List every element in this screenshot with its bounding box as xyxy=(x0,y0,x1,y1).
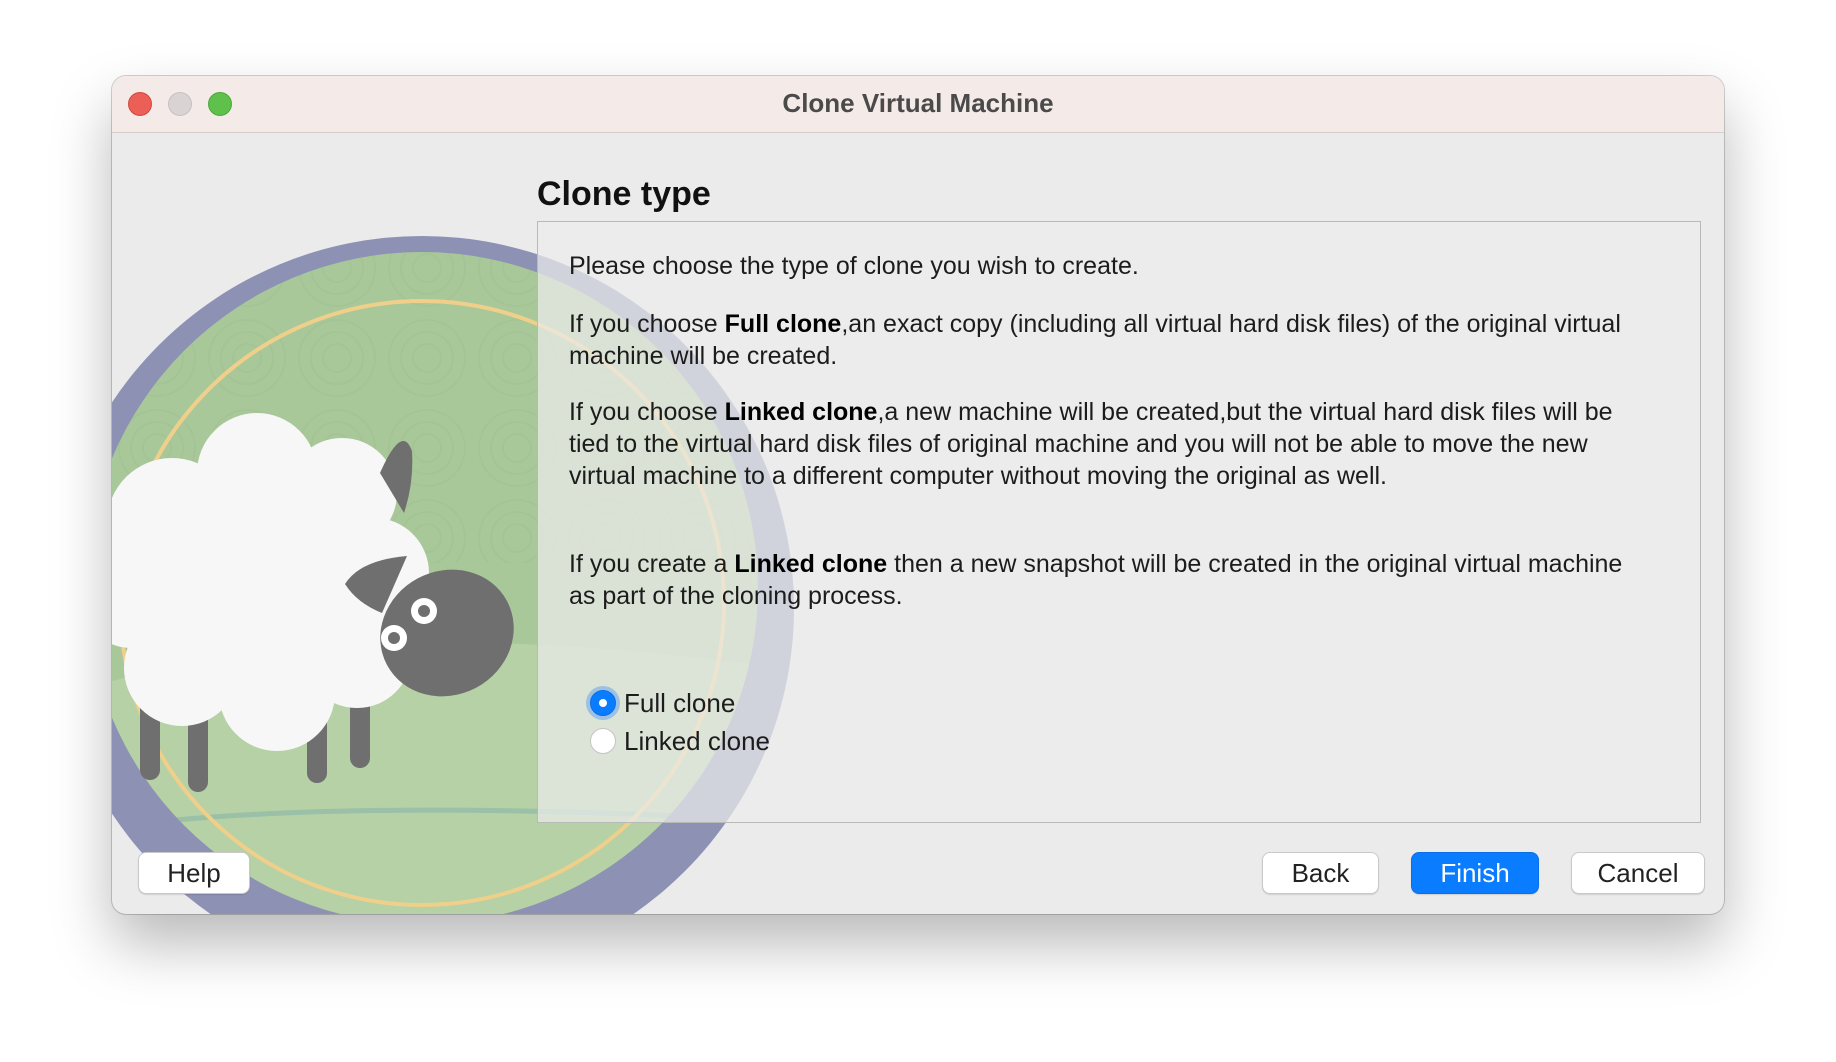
full-clone-option[interactable]: Full clone xyxy=(590,686,735,720)
finish-button[interactable]: Finish xyxy=(1411,852,1539,894)
full-clone-radio[interactable] xyxy=(590,690,616,716)
linked-clone-radio[interactable] xyxy=(590,728,616,754)
linked-clone-description: If you choose Linked clone,a new machine… xyxy=(569,396,1649,492)
linked-clone-desc-bold: Linked clone xyxy=(724,398,878,426)
dialog-content: Clone type Please choose the type of clo… xyxy=(112,133,1724,914)
full-clone-description: If you choose Full clone,an exact copy (… xyxy=(569,308,1649,372)
intro-text: Please choose the type of clone you wish… xyxy=(569,252,1139,280)
full-clone-label[interactable]: Full clone xyxy=(624,688,735,719)
snapshot-desc-prefix: If you create a xyxy=(569,550,735,578)
clone-type-panel: Please choose the type of clone you wish… xyxy=(537,221,1701,823)
help-button[interactable]: Help xyxy=(138,852,250,894)
linked-clone-desc-prefix: If you choose xyxy=(569,398,725,426)
full-clone-desc-prefix: If you choose xyxy=(569,310,725,338)
title-bar[interactable]: Clone Virtual Machine xyxy=(112,76,1724,133)
linked-clone-option[interactable]: Linked clone xyxy=(590,724,770,758)
snapshot-description: If you create a Linked clone then a new … xyxy=(569,548,1649,612)
linked-clone-label[interactable]: Linked clone xyxy=(624,726,770,757)
full-clone-desc-bold: Full clone xyxy=(724,310,842,338)
cancel-button[interactable]: Cancel xyxy=(1571,852,1705,894)
back-button[interactable]: Back xyxy=(1262,852,1379,894)
dialog-window: Clone Virtual Machine Clone type Please … xyxy=(112,76,1724,914)
snapshot-desc-bold: Linked clone xyxy=(734,550,888,578)
page-title: Clone type xyxy=(537,175,711,213)
window-title: Clone Virtual Machine xyxy=(782,88,1054,118)
